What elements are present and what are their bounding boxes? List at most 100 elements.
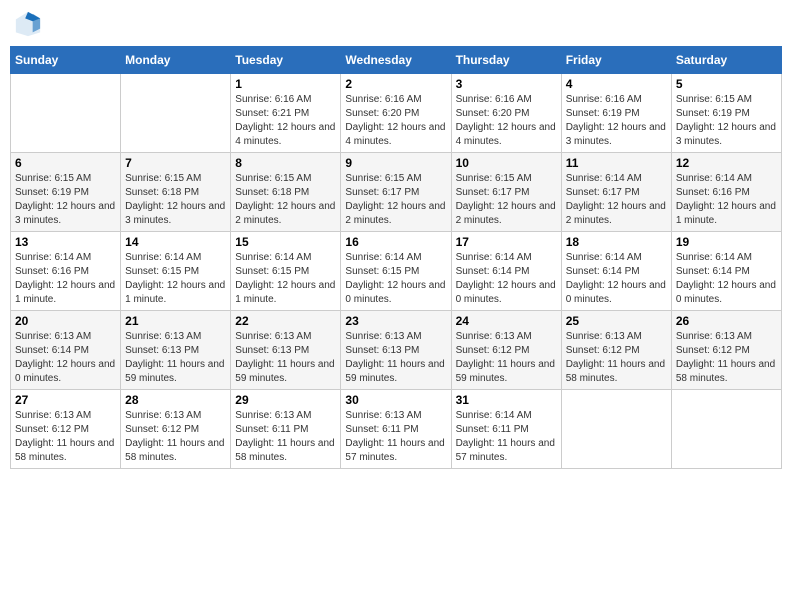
calendar-cell xyxy=(561,390,671,469)
day-info: Sunrise: 6:13 AMSunset: 6:12 PMDaylight:… xyxy=(676,331,775,384)
day-number: 28 xyxy=(125,393,226,407)
weekday-header: Saturday xyxy=(671,47,781,74)
day-info: Sunrise: 6:13 AMSunset: 6:13 PMDaylight:… xyxy=(125,331,224,384)
day-number: 26 xyxy=(676,314,777,328)
calendar-cell: 10 Sunrise: 6:15 AMSunset: 6:17 PMDaylig… xyxy=(451,153,561,232)
weekday-header: Sunday xyxy=(11,47,121,74)
day-info: Sunrise: 6:14 AMSunset: 6:15 PMDaylight:… xyxy=(235,252,335,305)
day-info: Sunrise: 6:15 AMSunset: 6:19 PMDaylight:… xyxy=(15,173,115,226)
weekday-header: Tuesday xyxy=(231,47,341,74)
day-info: Sunrise: 6:13 AMSunset: 6:13 PMDaylight:… xyxy=(345,331,444,384)
day-info: Sunrise: 6:16 AMSunset: 6:20 PMDaylight:… xyxy=(456,94,556,147)
day-number: 7 xyxy=(125,156,226,170)
weekday-header: Wednesday xyxy=(341,47,451,74)
day-info: Sunrise: 6:14 AMSunset: 6:14 PMDaylight:… xyxy=(676,252,776,305)
calendar-cell: 14 Sunrise: 6:14 AMSunset: 6:15 PMDaylig… xyxy=(121,232,231,311)
calendar-cell: 1 Sunrise: 6:16 AMSunset: 6:21 PMDayligh… xyxy=(231,74,341,153)
calendar-cell: 16 Sunrise: 6:14 AMSunset: 6:15 PMDaylig… xyxy=(341,232,451,311)
calendar-cell: 3 Sunrise: 6:16 AMSunset: 6:20 PMDayligh… xyxy=(451,74,561,153)
day-info: Sunrise: 6:14 AMSunset: 6:15 PMDaylight:… xyxy=(125,252,225,305)
day-info: Sunrise: 6:13 AMSunset: 6:11 PMDaylight:… xyxy=(345,410,444,463)
header xyxy=(10,10,782,38)
day-info: Sunrise: 6:13 AMSunset: 6:12 PMDaylight:… xyxy=(125,410,224,463)
calendar-week-row: 1 Sunrise: 6:16 AMSunset: 6:21 PMDayligh… xyxy=(11,74,782,153)
logo-icon xyxy=(14,10,42,38)
day-number: 11 xyxy=(566,156,667,170)
calendar-cell xyxy=(121,74,231,153)
calendar-cell: 8 Sunrise: 6:15 AMSunset: 6:18 PMDayligh… xyxy=(231,153,341,232)
day-number: 19 xyxy=(676,235,777,249)
day-number: 8 xyxy=(235,156,336,170)
day-info: Sunrise: 6:14 AMSunset: 6:16 PMDaylight:… xyxy=(15,252,115,305)
day-number: 20 xyxy=(15,314,116,328)
day-number: 5 xyxy=(676,77,777,91)
calendar-cell: 11 Sunrise: 6:14 AMSunset: 6:17 PMDaylig… xyxy=(561,153,671,232)
day-number: 27 xyxy=(15,393,116,407)
day-info: Sunrise: 6:13 AMSunset: 6:11 PMDaylight:… xyxy=(235,410,334,463)
day-number: 10 xyxy=(456,156,557,170)
day-number: 2 xyxy=(345,77,446,91)
day-number: 21 xyxy=(125,314,226,328)
day-number: 31 xyxy=(456,393,557,407)
day-info: Sunrise: 6:13 AMSunset: 6:12 PMDaylight:… xyxy=(15,410,114,463)
day-info: Sunrise: 6:13 AMSunset: 6:12 PMDaylight:… xyxy=(456,331,555,384)
day-info: Sunrise: 6:14 AMSunset: 6:15 PMDaylight:… xyxy=(345,252,445,305)
calendar-cell: 18 Sunrise: 6:14 AMSunset: 6:14 PMDaylig… xyxy=(561,232,671,311)
calendar-week-row: 13 Sunrise: 6:14 AMSunset: 6:16 PMDaylig… xyxy=(11,232,782,311)
day-number: 25 xyxy=(566,314,667,328)
day-number: 4 xyxy=(566,77,667,91)
calendar-cell: 27 Sunrise: 6:13 AMSunset: 6:12 PMDaylig… xyxy=(11,390,121,469)
day-number: 14 xyxy=(125,235,226,249)
day-number: 9 xyxy=(345,156,446,170)
calendar-cell: 4 Sunrise: 6:16 AMSunset: 6:19 PMDayligh… xyxy=(561,74,671,153)
calendar-cell: 21 Sunrise: 6:13 AMSunset: 6:13 PMDaylig… xyxy=(121,311,231,390)
weekday-header: Thursday xyxy=(451,47,561,74)
calendar-cell: 20 Sunrise: 6:13 AMSunset: 6:14 PMDaylig… xyxy=(11,311,121,390)
day-number: 13 xyxy=(15,235,116,249)
day-number: 18 xyxy=(566,235,667,249)
calendar-cell: 31 Sunrise: 6:14 AMSunset: 6:11 PMDaylig… xyxy=(451,390,561,469)
day-info: Sunrise: 6:13 AMSunset: 6:13 PMDaylight:… xyxy=(235,331,334,384)
calendar-cell: 15 Sunrise: 6:14 AMSunset: 6:15 PMDaylig… xyxy=(231,232,341,311)
day-number: 29 xyxy=(235,393,336,407)
calendar-cell: 7 Sunrise: 6:15 AMSunset: 6:18 PMDayligh… xyxy=(121,153,231,232)
calendar-cell: 30 Sunrise: 6:13 AMSunset: 6:11 PMDaylig… xyxy=(341,390,451,469)
calendar-cell: 5 Sunrise: 6:15 AMSunset: 6:19 PMDayligh… xyxy=(671,74,781,153)
day-number: 17 xyxy=(456,235,557,249)
calendar-cell: 12 Sunrise: 6:14 AMSunset: 6:16 PMDaylig… xyxy=(671,153,781,232)
calendar-table: SundayMondayTuesdayWednesdayThursdayFrid… xyxy=(10,46,782,469)
calendar-cell: 9 Sunrise: 6:15 AMSunset: 6:17 PMDayligh… xyxy=(341,153,451,232)
day-number: 22 xyxy=(235,314,336,328)
calendar-cell xyxy=(671,390,781,469)
day-info: Sunrise: 6:15 AMSunset: 6:18 PMDaylight:… xyxy=(235,173,335,226)
logo xyxy=(14,10,46,38)
calendar-week-row: 6 Sunrise: 6:15 AMSunset: 6:19 PMDayligh… xyxy=(11,153,782,232)
calendar-cell: 29 Sunrise: 6:13 AMSunset: 6:11 PMDaylig… xyxy=(231,390,341,469)
calendar-cell: 19 Sunrise: 6:14 AMSunset: 6:14 PMDaylig… xyxy=(671,232,781,311)
day-info: Sunrise: 6:14 AMSunset: 6:17 PMDaylight:… xyxy=(566,173,666,226)
day-info: Sunrise: 6:14 AMSunset: 6:11 PMDaylight:… xyxy=(456,410,555,463)
day-number: 16 xyxy=(345,235,446,249)
day-number: 12 xyxy=(676,156,777,170)
calendar-cell: 17 Sunrise: 6:14 AMSunset: 6:14 PMDaylig… xyxy=(451,232,561,311)
calendar-cell: 22 Sunrise: 6:13 AMSunset: 6:13 PMDaylig… xyxy=(231,311,341,390)
calendar-cell: 2 Sunrise: 6:16 AMSunset: 6:20 PMDayligh… xyxy=(341,74,451,153)
calendar-cell: 25 Sunrise: 6:13 AMSunset: 6:12 PMDaylig… xyxy=(561,311,671,390)
calendar-week-row: 27 Sunrise: 6:13 AMSunset: 6:12 PMDaylig… xyxy=(11,390,782,469)
day-number: 6 xyxy=(15,156,116,170)
calendar-cell: 13 Sunrise: 6:14 AMSunset: 6:16 PMDaylig… xyxy=(11,232,121,311)
calendar-cell: 23 Sunrise: 6:13 AMSunset: 6:13 PMDaylig… xyxy=(341,311,451,390)
day-info: Sunrise: 6:15 AMSunset: 6:19 PMDaylight:… xyxy=(676,94,776,147)
calendar-header-row: SundayMondayTuesdayWednesdayThursdayFrid… xyxy=(11,47,782,74)
day-number: 15 xyxy=(235,235,336,249)
day-info: Sunrise: 6:13 AMSunset: 6:14 PMDaylight:… xyxy=(15,331,115,384)
day-info: Sunrise: 6:16 AMSunset: 6:19 PMDaylight:… xyxy=(566,94,666,147)
day-number: 23 xyxy=(345,314,446,328)
calendar-cell: 28 Sunrise: 6:13 AMSunset: 6:12 PMDaylig… xyxy=(121,390,231,469)
day-info: Sunrise: 6:16 AMSunset: 6:21 PMDaylight:… xyxy=(235,94,335,147)
day-number: 1 xyxy=(235,77,336,91)
calendar-week-row: 20 Sunrise: 6:13 AMSunset: 6:14 PMDaylig… xyxy=(11,311,782,390)
day-info: Sunrise: 6:13 AMSunset: 6:12 PMDaylight:… xyxy=(566,331,665,384)
calendar-cell xyxy=(11,74,121,153)
calendar-cell: 26 Sunrise: 6:13 AMSunset: 6:12 PMDaylig… xyxy=(671,311,781,390)
